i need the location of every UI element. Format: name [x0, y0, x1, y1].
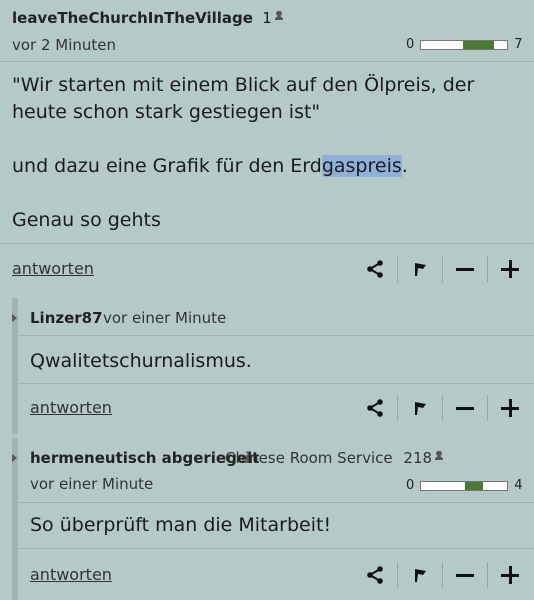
plus-icon: [501, 260, 519, 278]
divider: [18, 548, 534, 549]
reply-text: Qwalitetschurnalismus.: [30, 350, 252, 372]
reply-link[interactable]: antworten: [12, 259, 94, 278]
downvote-button[interactable]: [443, 255, 487, 283]
reply-posting: hermeneutisch abgeriegelt Chinese Room S…: [12, 438, 534, 600]
minus-icon: [456, 406, 474, 410]
reply-posting: Linzer87 vor einer Minute Qwalitetschurn…: [12, 298, 534, 434]
rating: 0 4: [406, 478, 523, 493]
username[interactable]: leaveTheChurchInTheVillage 1: [12, 9, 283, 27]
rating-bar: [420, 39, 509, 50]
rating-positive: 4: [514, 478, 523, 493]
rating-bar: [420, 480, 509, 491]
expand-arrow-icon[interactable]: [12, 314, 17, 322]
rating-positive: 7: [514, 37, 523, 52]
follower-count: 218: [403, 449, 433, 467]
share-button[interactable]: [353, 561, 397, 589]
flag-icon: [412, 261, 428, 277]
follower-count: 1: [262, 9, 272, 27]
username-text[interactable]: leaveTheChurchInTheVillage: [12, 9, 253, 27]
reply-link[interactable]: antworten: [30, 398, 112, 417]
timestamp: vor 2 Minuten: [12, 36, 117, 54]
reply-link[interactable]: antworten: [30, 565, 112, 584]
divider: [18, 335, 534, 336]
downvote-button[interactable]: [443, 394, 487, 422]
paragraph-text: und dazu eine Grafik für den Erd: [12, 155, 322, 177]
rating: 0 7: [406, 37, 523, 52]
divider: [0, 243, 534, 244]
plus-icon: [501, 399, 519, 417]
divider: [0, 61, 534, 62]
share-icon: [365, 398, 385, 418]
community-name: Chinese Room Service 218: [225, 449, 444, 467]
rating-negative: 0: [406, 478, 415, 493]
posting-text: "Wir starten mit einem Blick auf den Ölp…: [12, 72, 522, 234]
paragraph: Genau so gehts: [12, 209, 161, 231]
person-icon: [435, 451, 444, 461]
person-icon: [274, 11, 283, 21]
minus-icon: [456, 573, 474, 577]
action-bar: [353, 394, 532, 422]
action-bar: [353, 255, 532, 283]
timestamp: vor einer Minute: [103, 309, 227, 327]
downvote-button[interactable]: [443, 561, 487, 589]
upvote-button[interactable]: [488, 561, 532, 589]
upvote-button[interactable]: [488, 394, 532, 422]
rating-bar-fill: [463, 40, 495, 49]
plus-icon: [501, 566, 519, 584]
flag-icon: [412, 567, 428, 583]
share-icon: [365, 259, 385, 279]
share-button[interactable]: [353, 394, 397, 422]
username[interactable]: Linzer87: [30, 309, 103, 327]
rating-negative: 0: [406, 37, 415, 52]
timestamp: vor einer Minute: [30, 475, 154, 493]
expand-arrow-icon[interactable]: [12, 454, 17, 462]
share-button[interactable]: [353, 255, 397, 283]
upvote-button[interactable]: [488, 255, 532, 283]
flag-icon: [412, 400, 428, 416]
paragraph: und dazu eine Grafik für den Erdgaspreis…: [12, 153, 522, 180]
rating-bar-fill: [465, 481, 484, 490]
posting: leaveTheChurchInTheVillage 1 vor 2 Minut…: [0, 0, 534, 295]
minus-icon: [456, 267, 474, 271]
reply-text: So überprüft man die Mitarbeit!: [30, 514, 332, 536]
report-button[interactable]: [398, 255, 442, 283]
share-icon: [365, 565, 385, 585]
paragraph: "Wir starten mit einem Blick auf den Ölp…: [12, 74, 475, 123]
paragraph-text: .: [401, 155, 408, 177]
divider: [18, 502, 534, 503]
selected-text: gaspreis: [321, 155, 402, 177]
action-bar: [353, 561, 532, 589]
report-button[interactable]: [398, 394, 442, 422]
report-button[interactable]: [398, 561, 442, 589]
community-label: Chinese Room Service: [225, 449, 393, 467]
divider: [18, 383, 534, 384]
